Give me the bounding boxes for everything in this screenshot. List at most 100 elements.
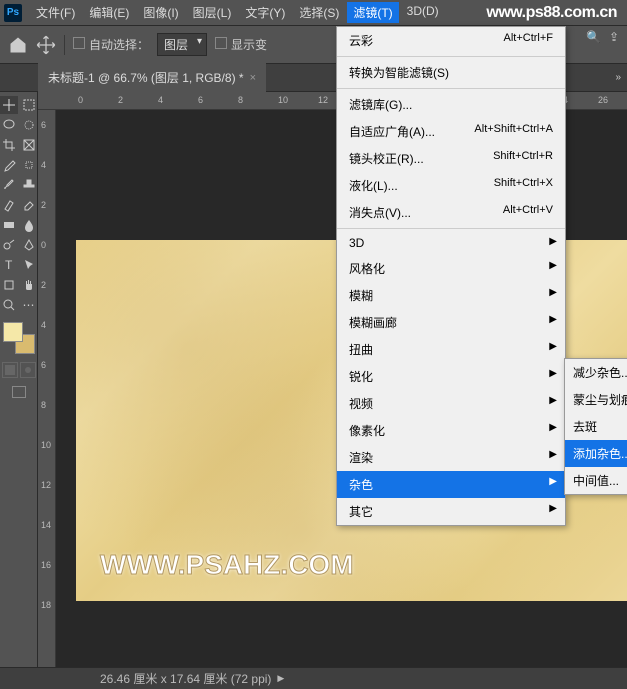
- type-tool[interactable]: T: [0, 256, 18, 274]
- submenu-despeckle[interactable]: 去斑: [565, 413, 627, 440]
- menu-file[interactable]: 文件(F): [30, 2, 81, 23]
- noise-submenu: 减少杂色.. 蒙尘与划痕 去斑 添加杂色.. 中间值...: [564, 358, 627, 495]
- menu-blur[interactable]: 模糊▶: [337, 282, 565, 309]
- menu-label: 锐化: [349, 368, 373, 385]
- menu-shortcut: Alt+Shift+Ctrl+A: [474, 123, 553, 140]
- menu-liquify[interactable]: 液化(L)...Shift+Ctrl+X: [337, 172, 565, 199]
- menu-shortcut: Shift+Ctrl+X: [494, 177, 553, 194]
- ruler-tick: 8: [41, 400, 46, 410]
- menu-filter[interactable]: 滤镜(T): [347, 2, 398, 23]
- menu-3d[interactable]: 3D(D): [401, 2, 445, 23]
- submenu-dust-scratches[interactable]: 蒙尘与划痕: [565, 386, 627, 413]
- history-brush-tool[interactable]: [0, 196, 18, 214]
- menu-shortcut: Alt+Ctrl+V: [503, 204, 553, 221]
- auto-select-label: 自动选择：: [89, 38, 149, 52]
- menu-label: 扭曲: [349, 341, 373, 358]
- menu-sharpen[interactable]: 锐化▶: [337, 363, 565, 390]
- stamp-tool[interactable]: [20, 176, 38, 194]
- status-bar: 26.46 厘米 x 17.64 厘米 (72 ppi) ▶: [0, 667, 627, 689]
- menu-other[interactable]: 其它▶: [337, 498, 565, 525]
- status-document-size[interactable]: 26.46 厘米 x 17.64 厘米 (72 ppi): [100, 670, 271, 687]
- crop-tool[interactable]: [0, 136, 18, 154]
- ruler-tick: 4: [158, 95, 163, 105]
- menu-lens-correction[interactable]: 镜头校正(R)...Shift+Ctrl+R: [337, 145, 565, 172]
- standard-mode-icon[interactable]: [2, 362, 18, 378]
- menu-edit[interactable]: 编辑(E): [83, 2, 135, 23]
- menu-last-filter[interactable]: 云彩 Alt+Ctrl+F: [337, 27, 565, 54]
- menu-label: 风格化: [349, 260, 385, 277]
- submenu-median[interactable]: 中间值...: [565, 467, 627, 494]
- menu-label: 视频: [349, 395, 373, 412]
- menu-smart-filter[interactable]: 转换为智能滤镜(S): [337, 59, 565, 86]
- menu-pixelate[interactable]: 像素化▶: [337, 417, 565, 444]
- menu-video[interactable]: 视频▶: [337, 390, 565, 417]
- menu-image[interactable]: 图像(I): [137, 2, 184, 23]
- menu-vanishing-point[interactable]: 消失点(V)... Alt+Ctrl+V: [337, 199, 565, 226]
- ps-logo: Ps: [4, 4, 22, 22]
- quick-mask-icon[interactable]: [20, 362, 36, 378]
- submenu-reduce-noise[interactable]: 减少杂色..: [565, 359, 627, 386]
- hand-tool[interactable]: [20, 276, 38, 294]
- menu-stylize[interactable]: 风格化 ▶: [337, 255, 565, 282]
- menu-label: 像素化: [349, 422, 385, 439]
- share-icon[interactable]: ⇪: [609, 30, 619, 44]
- quick-select-tool[interactable]: [20, 116, 38, 134]
- target-dropdown[interactable]: 图层: [157, 33, 207, 56]
- menu-3d[interactable]: 3D▶: [337, 231, 565, 255]
- pen-tool[interactable]: [20, 236, 38, 254]
- menu-blur-gallery[interactable]: 模糊画廊▶: [337, 309, 565, 336]
- close-icon[interactable]: ×: [250, 72, 256, 84]
- status-menu-icon[interactable]: ▶: [277, 673, 284, 684]
- menu-select[interactable]: 选择(S): [293, 2, 345, 23]
- svg-text:T: T: [5, 258, 13, 272]
- frame-tool[interactable]: [20, 136, 38, 154]
- auto-select-option[interactable]: 自动选择：: [73, 36, 149, 53]
- gradient-tool[interactable]: [0, 216, 18, 234]
- more-tools[interactable]: ⋯: [20, 296, 38, 314]
- search-icon[interactable]: 🔍: [586, 30, 601, 44]
- checkbox-icon: [73, 37, 85, 49]
- brush-tool[interactable]: [0, 176, 18, 194]
- submenu-arrow-icon: ▶: [549, 503, 557, 514]
- tab-overflow-icon[interactable]: »: [615, 72, 621, 83]
- show-transform-label: 显示变: [231, 38, 267, 52]
- healing-tool[interactable]: [20, 156, 38, 174]
- shape-tool[interactable]: [0, 276, 18, 294]
- ruler-vertical: 6 4 2 0 2 4 6 8 10 12 14 16 18: [38, 110, 56, 667]
- menu-label: 云彩: [349, 32, 373, 49]
- screen-mode[interactable]: [12, 386, 26, 398]
- blur-tool[interactable]: [20, 216, 38, 234]
- ruler-tick: 8: [238, 95, 243, 105]
- document-tab[interactable]: 未标题-1 @ 66.7% (图层 1, RGB/8) * ×: [38, 63, 266, 92]
- foreground-color[interactable]: [3, 322, 23, 342]
- menu-label: 模糊画廊: [349, 314, 397, 331]
- menu-noise[interactable]: 杂色▶: [337, 471, 565, 498]
- lasso-tool[interactable]: [0, 116, 18, 134]
- submenu-add-noise[interactable]: 添加杂色..: [565, 440, 627, 467]
- menu-render[interactable]: 渲染▶: [337, 444, 565, 471]
- eraser-tool[interactable]: [20, 196, 38, 214]
- menu-shortcut: Alt+Ctrl+F: [503, 32, 553, 49]
- dodge-tool[interactable]: [0, 236, 18, 254]
- menu-adaptive-wide[interactable]: 自适应广角(A)...Alt+Shift+Ctrl+A: [337, 118, 565, 145]
- zoom-tool[interactable]: [0, 296, 18, 314]
- submenu-arrow-icon: ▶: [549, 287, 557, 298]
- menu-distort[interactable]: 扭曲▶: [337, 336, 565, 363]
- move-tool[interactable]: [0, 96, 18, 114]
- marquee-tool[interactable]: [20, 96, 38, 114]
- menu-filter-gallery[interactable]: 滤镜库(G)...: [337, 91, 565, 118]
- menu-type[interactable]: 文字(Y): [239, 2, 291, 23]
- show-transform-option[interactable]: 显示变: [215, 36, 267, 53]
- right-option-icons: 🔍 ⇪: [586, 30, 619, 44]
- submenu-arrow-icon: ▶: [549, 260, 557, 271]
- submenu-arrow-icon: ▶: [549, 449, 557, 460]
- move-tool-icon[interactable]: [36, 35, 56, 55]
- path-select-tool[interactable]: [20, 256, 38, 274]
- ruler-tick: 2: [41, 280, 46, 290]
- eyedropper-tool[interactable]: [0, 156, 18, 174]
- menu-label: 消失点(V)...: [349, 204, 411, 221]
- home-icon[interactable]: [8, 35, 28, 55]
- submenu-arrow-icon: ▶: [549, 236, 557, 247]
- color-swatches[interactable]: [3, 322, 35, 354]
- menu-layer[interactable]: 图层(L): [187, 2, 238, 23]
